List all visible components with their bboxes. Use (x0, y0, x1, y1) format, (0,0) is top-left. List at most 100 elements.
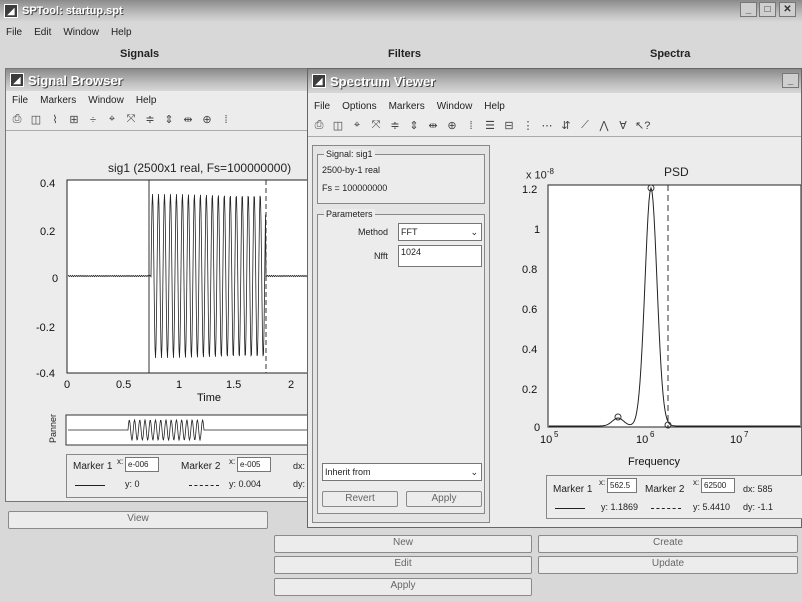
marker-1-y-value: y: 1.1869 (601, 502, 639, 512)
slope-icon[interactable]: ⟋ (578, 119, 592, 132)
marker-1-x-field[interactable]: e-006 (125, 457, 159, 472)
marker-1-line-sample (75, 485, 105, 486)
zoom-y-icon[interactable]: ⇕ (407, 119, 421, 132)
spectrum-viewer-title-bar[interactable]: ◢ Spectrum Viewer _ (308, 69, 801, 93)
zoom-out-icon[interactable]: ⌖ (350, 119, 364, 132)
maximize-icon[interactable]: □ (759, 2, 776, 17)
menu-options[interactable]: Options (342, 101, 376, 112)
zoom-vertical-icon[interactable]: ≑ (388, 119, 402, 132)
edit-button[interactable]: Edit (274, 556, 532, 574)
view-button[interactable]: View (8, 511, 268, 529)
create-button[interactable]: Create (538, 535, 798, 553)
signal-browser-title: Signal Browser (28, 72, 123, 88)
sptool-title-bar[interactable]: ◢ SPTool: startup.spt _ □ ✕ (0, 0, 802, 22)
x-axis-label: Frequency (628, 456, 680, 468)
marker-2-line-sample (651, 508, 681, 509)
svg-text:10: 10 (636, 434, 648, 446)
x-tick-label: 1 (176, 379, 182, 391)
whats-this-icon[interactable]: ↖? (635, 119, 650, 132)
marker-2-label: Marker 2 (181, 461, 221, 472)
peaks-icon[interactable]: ⇵ (559, 119, 573, 132)
complex-icon[interactable]: ÷ (86, 114, 100, 126)
svg-text:7: 7 (744, 430, 749, 439)
zoom-x-icon[interactable]: ⇹ (181, 113, 195, 126)
play-icon[interactable]: ⌇ (48, 113, 62, 126)
print-icon[interactable]: ⎙ (312, 119, 326, 132)
signal-marker-panel: Marker 1 x: e-006 y: 0 Marker 2 x: e-005… (66, 454, 311, 498)
update-button[interactable]: Update (538, 556, 798, 574)
apply-button[interactable]: Apply (406, 491, 482, 507)
peak-select-icon[interactable]: ∀ (616, 119, 630, 132)
x-label: x: (117, 457, 124, 466)
method-select[interactable]: FFT ⌄ (398, 223, 482, 241)
x-label: x: (599, 478, 606, 487)
print-icon[interactable]: ⎙ (10, 113, 24, 126)
x-tick-label: 10 6 (636, 430, 655, 446)
menu-markers[interactable]: Markers (389, 101, 425, 112)
zoom-x-icon[interactable]: ⇹ (426, 119, 440, 132)
marker-icon[interactable]: ⁞ (219, 114, 233, 126)
nfft-input[interactable]: 1024 (398, 245, 482, 267)
signal-browser-title-bar[interactable]: ◢ Signal Browser (6, 69, 314, 91)
full-view-icon[interactable]: ⊕ (445, 119, 459, 132)
signal-browser-toolbar: ⎙ ◫ ⌇ ⊞ ÷ ⌖ ⤧ ≑ ⇕ ⇹ ⊕ ⁞ (6, 109, 314, 131)
dx-value: dx: 585 (743, 484, 773, 494)
track-icon[interactable]: ⊟ (502, 119, 516, 132)
horizontal-markers-icon[interactable]: ⋯ (540, 119, 554, 132)
close-icon[interactable]: ✕ (779, 2, 796, 17)
marker-2-y-value: y: 5.4410 (693, 502, 731, 512)
menu-edit[interactable]: Edit (34, 27, 51, 38)
signal-size-text: 2500-by-1 real (322, 165, 381, 175)
y-tick-label: 0.2 (522, 384, 537, 396)
zoom-vertical-icon[interactable]: ≑ (143, 113, 157, 126)
zoom-out-icon[interactable]: ⌖ (105, 113, 119, 126)
y-tick-label: 1 (534, 224, 540, 236)
menu-file[interactable]: File (12, 95, 28, 106)
zoom-in-icon[interactable]: ⤧ (124, 113, 138, 126)
print-preview-icon[interactable]: ◫ (29, 113, 43, 126)
signal-plot-axes[interactable]: 0.4 0.2 0 -0.2 -0.4 0 0.5 1 1.5 2 Time (6, 177, 311, 407)
print-preview-icon[interactable]: ◫ (331, 119, 345, 132)
spectrum-controls: Signal: sig1 2500-by-1 real Fs = 1000000… (312, 145, 490, 523)
apply-button[interactable]: Apply (274, 578, 532, 596)
full-view-icon[interactable]: ⊕ (200, 113, 214, 126)
vertical-markers-icon[interactable]: ⋮ (521, 119, 535, 132)
x-tick-label: 10 7 (730, 430, 749, 446)
menu-help[interactable]: Help (136, 95, 157, 106)
array-signals-icon[interactable]: ⊞ (67, 113, 81, 126)
new-button[interactable]: New (274, 535, 532, 553)
zoom-y-icon[interactable]: ⇕ (162, 113, 176, 126)
revert-button[interactable]: Revert (322, 491, 398, 507)
menu-file[interactable]: File (314, 101, 330, 112)
y-tick-label: 0.2 (40, 226, 55, 238)
marker-1-label: Marker 1 (553, 484, 593, 495)
menu-help[interactable]: Help (111, 27, 132, 38)
x-tick-label: 10 5 (540, 430, 559, 446)
menu-markers[interactable]: Markers (40, 95, 76, 106)
marker-2-x-field[interactable]: e-005 (237, 457, 271, 472)
menu-window[interactable]: Window (88, 95, 124, 106)
marker-2-x-field[interactable]: 62500 (701, 478, 735, 493)
menu-window[interactable]: Window (63, 27, 99, 38)
inherit-from-value: Inherit from (325, 467, 371, 477)
x-label: x: (229, 457, 236, 466)
y-tick-label: 0 (52, 273, 58, 285)
y-tick-label: -0.4 (36, 368, 55, 380)
x-tick-label: 0 (64, 379, 70, 391)
sptool-menu-bar: File Edit Window Help (0, 24, 802, 40)
sptool-window-title: SPTool: startup.spt (22, 5, 123, 17)
parameters-group-title: Parameters (324, 209, 375, 219)
marker-1-x-field[interactable]: 562.5 (607, 478, 637, 493)
minimize-icon[interactable]: _ (782, 73, 799, 88)
horizontal-marker-icon[interactable]: ☰ (483, 119, 497, 132)
menu-file[interactable]: File (6, 27, 22, 38)
panner[interactable] (46, 413, 311, 447)
valleys-icon[interactable]: ⋀ (597, 119, 611, 132)
menu-window[interactable]: Window (437, 101, 473, 112)
psd-plot-axes[interactable]: 1.2 1 0.8 0.6 0.4 0.2 0 10 5 10 6 10 7 F… (498, 179, 801, 479)
minimize-icon[interactable]: _ (740, 2, 757, 17)
zoom-in-icon[interactable]: ⤧ (369, 119, 383, 132)
marker-icon[interactable]: ⁞ (464, 120, 478, 132)
menu-help[interactable]: Help (484, 101, 505, 112)
inherit-from-select[interactable]: Inherit from ⌄ (322, 463, 482, 481)
